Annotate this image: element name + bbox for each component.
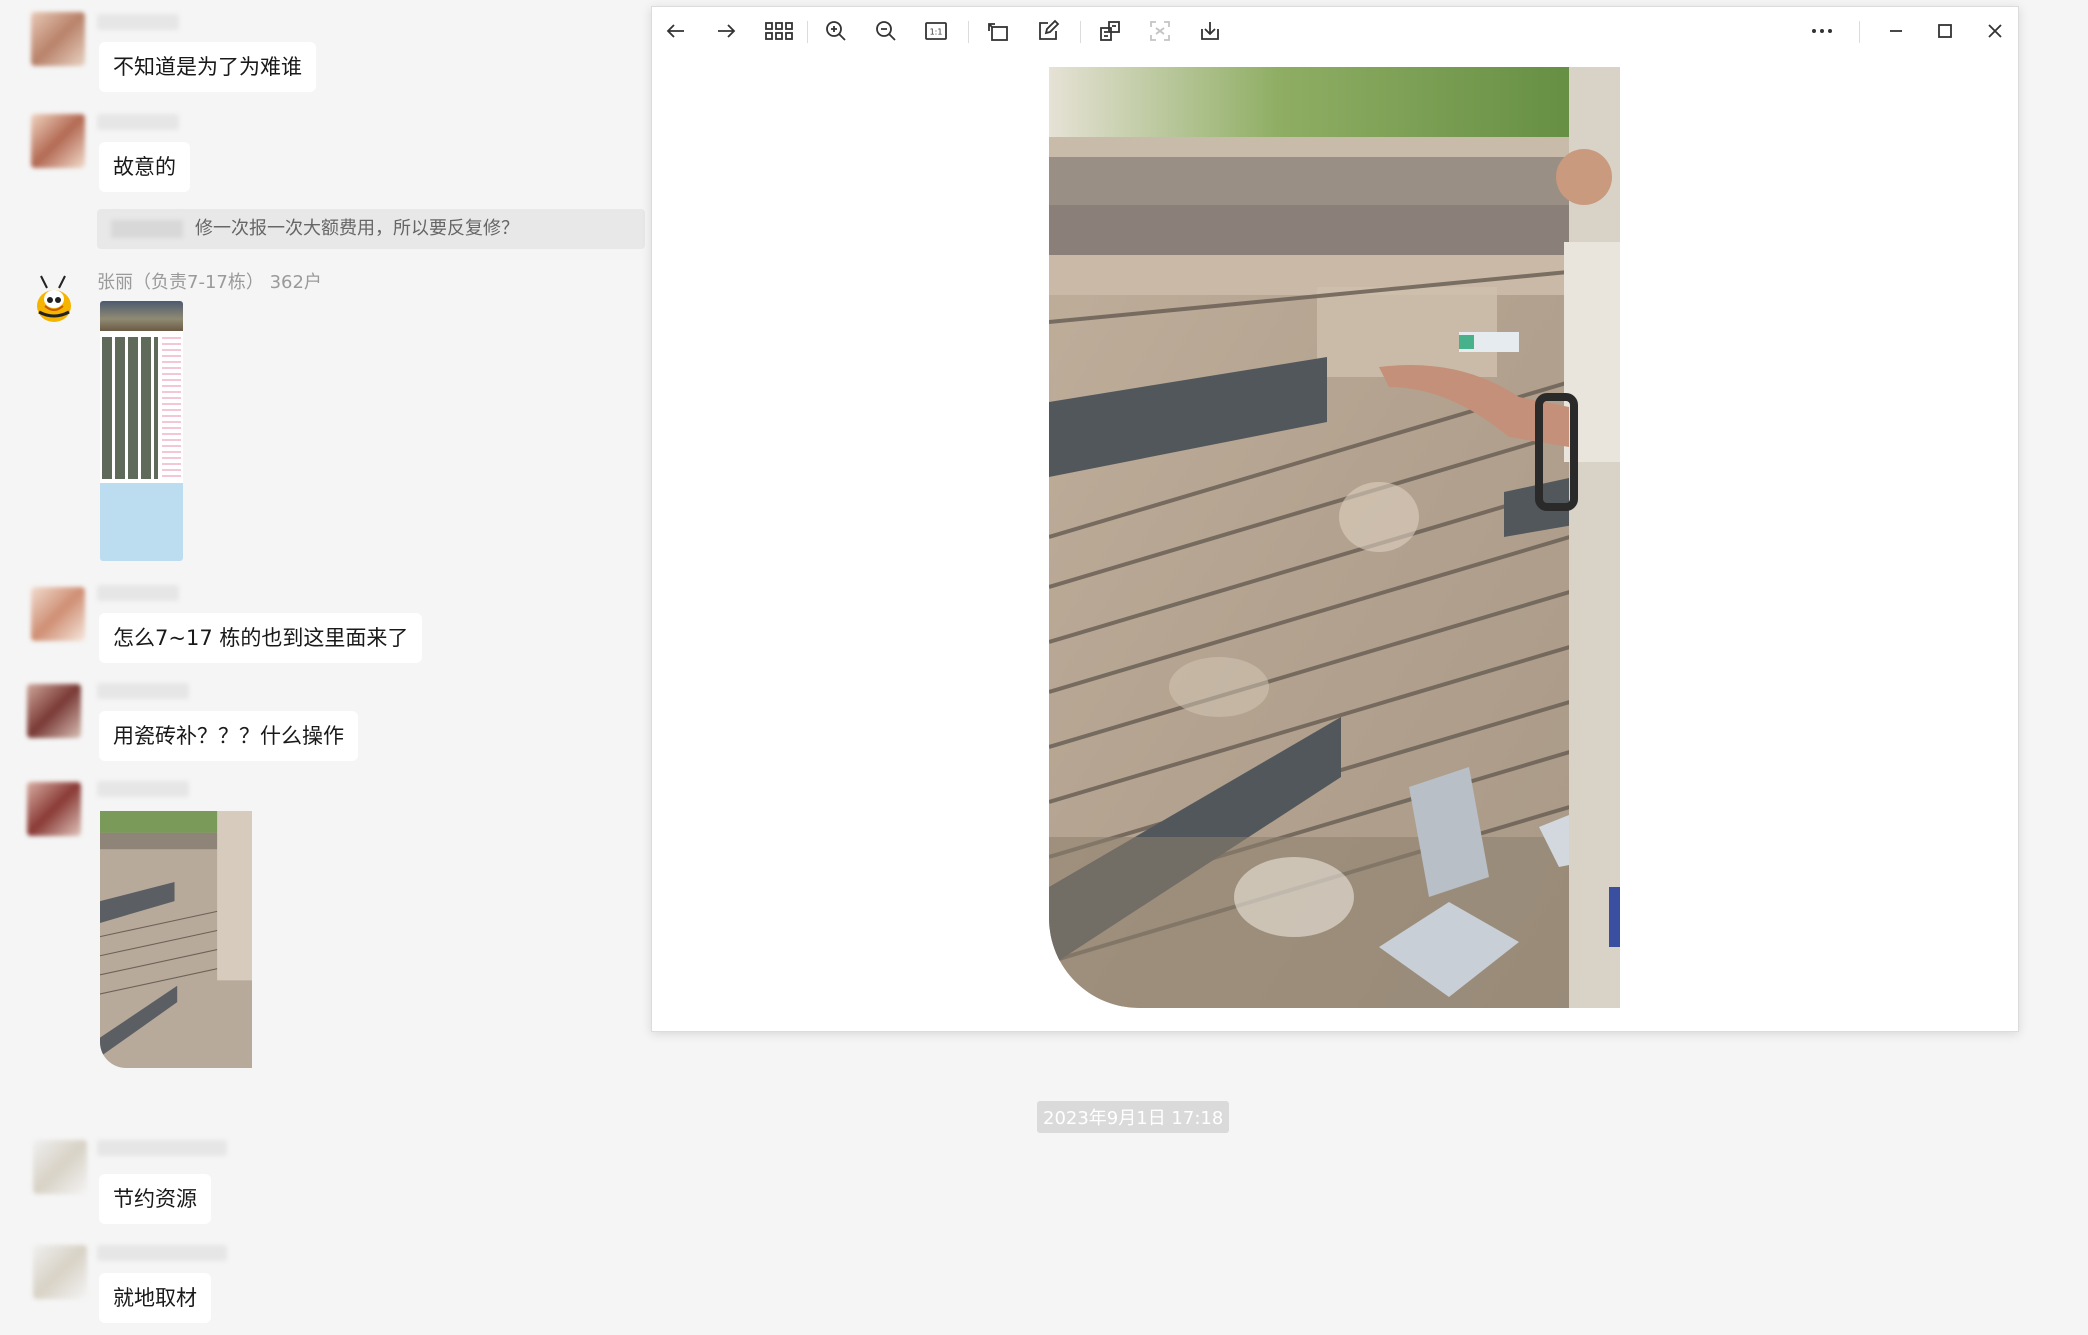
toolbar-divider (807, 21, 808, 43)
toolbar-divider (1859, 21, 1860, 43)
grid-icon[interactable] (762, 17, 796, 45)
quoted-text: 修一次报一次大额费用，所以要反复修？ (195, 218, 519, 239)
message-bubble[interactable]: 用瓷砖补？？？什么操作 (99, 711, 358, 761)
sender-name (97, 781, 189, 797)
quoted-message[interactable]: 修一次报一次大额费用，所以要反复修？ (97, 209, 645, 249)
viewer-toolbar: 1:1 (652, 7, 2018, 55)
avatar[interactable] (33, 1140, 87, 1194)
sender-name (97, 1140, 227, 1156)
bee-avatar[interactable] (27, 274, 81, 328)
avatar[interactable] (31, 12, 85, 66)
avatar[interactable] (27, 782, 81, 836)
message-bubble[interactable]: 怎么7~17 栋的也到这里面来了 (99, 613, 423, 663)
sender-name (97, 1245, 227, 1261)
maximize-icon[interactable] (1931, 17, 1959, 45)
image-viewer-window: 1:1 (651, 6, 2019, 1032)
photo-grid (102, 337, 158, 479)
avatar[interactable] (31, 587, 85, 641)
sender-name (97, 683, 189, 699)
message-bubble[interactable]: 就地取材 (99, 1273, 211, 1323)
actual-size-label: 1:1 (930, 28, 943, 37)
message-bubble[interactable]: 故意的 (99, 142, 190, 192)
pink-text (162, 337, 181, 479)
message-bubble[interactable]: 不知道是为了为难谁 (99, 42, 316, 92)
image-header (100, 301, 183, 331)
long-image-message[interactable] (100, 301, 183, 561)
close-icon[interactable] (1981, 17, 2009, 45)
sender-name (97, 14, 179, 30)
avatar[interactable] (33, 1245, 87, 1299)
blue-notice (100, 483, 183, 561)
sender-name (97, 114, 179, 130)
wall-photo-thumbnail (100, 811, 252, 1068)
image-message-thumbnail[interactable] (100, 811, 252, 1068)
avatar[interactable] (27, 684, 81, 738)
zoom-in-icon[interactable] (822, 17, 850, 45)
minimize-icon[interactable] (1882, 17, 1910, 45)
date-separator: 2023年9月1日 17:18 (1037, 1101, 1230, 1133)
download-icon[interactable] (1196, 17, 1224, 45)
message-bubble[interactable]: 节约资源 (99, 1174, 211, 1224)
viewed-photo[interactable] (1049, 67, 1620, 1008)
sender-name (97, 585, 179, 601)
translate-icon[interactable] (1096, 17, 1124, 45)
actual-size-icon[interactable]: 1:1 (922, 17, 950, 45)
edit-icon[interactable] (1034, 17, 1062, 45)
bee-icon (37, 275, 71, 322)
avatar[interactable] (31, 114, 85, 168)
back-arrow-icon[interactable] (662, 17, 690, 45)
more-icon[interactable] (1808, 17, 1836, 45)
wall-photo (1049, 67, 1620, 1008)
toolbar-divider (968, 21, 969, 43)
toolbar-divider (1080, 21, 1081, 43)
zoom-out-icon[interactable] (872, 17, 900, 45)
sender-name: 张丽（负责7-17栋） 362户 (97, 272, 322, 293)
quoted-sender (111, 220, 183, 238)
forward-arrow-icon[interactable] (712, 17, 740, 45)
scan-icon[interactable] (1146, 17, 1174, 45)
rotate-icon[interactable] (984, 17, 1012, 45)
